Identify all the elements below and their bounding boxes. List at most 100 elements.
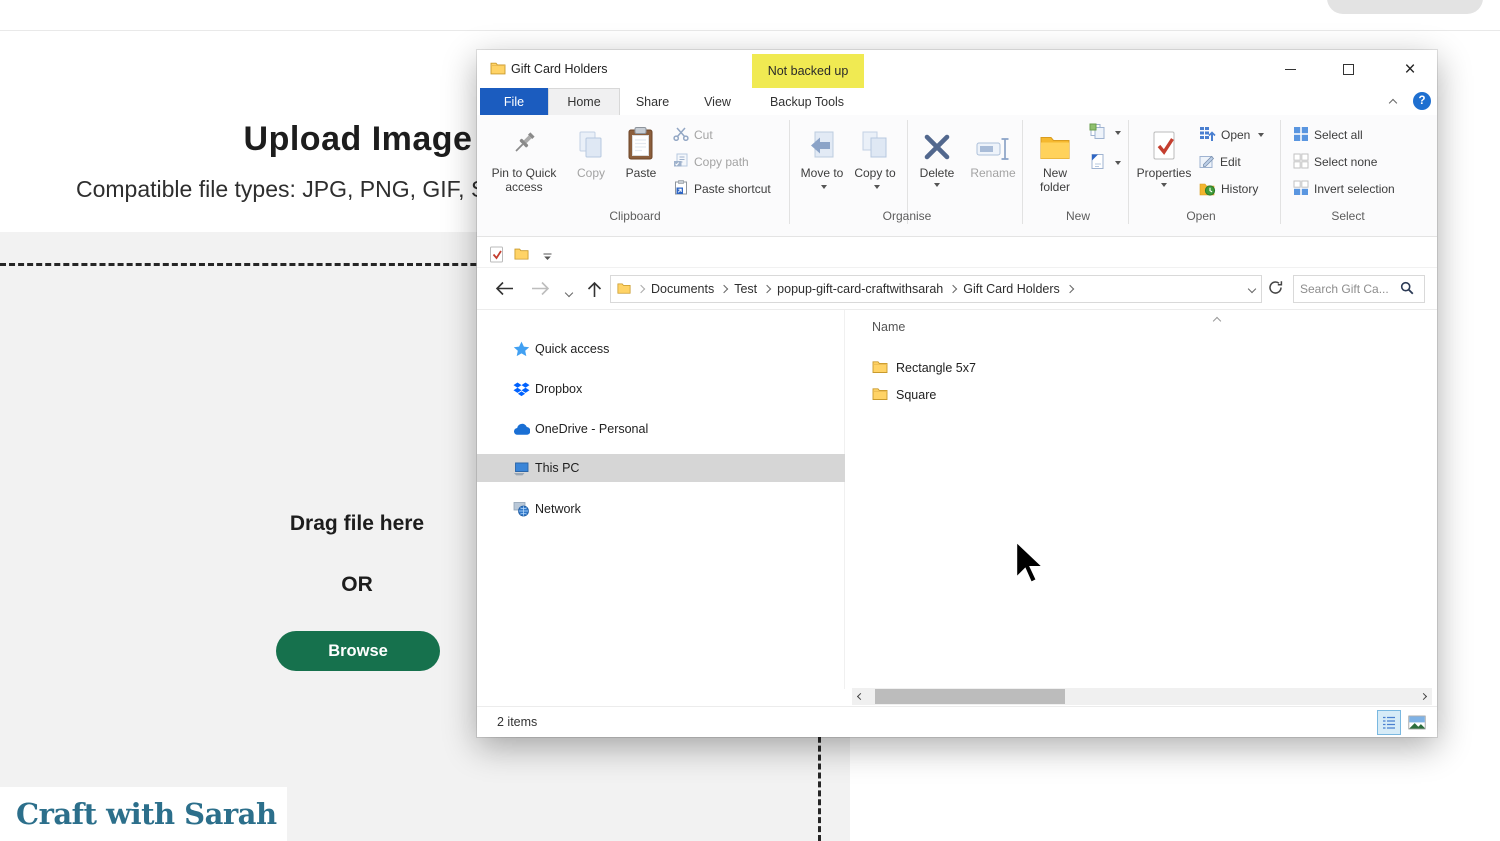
help-button[interactable]: ? [1413, 92, 1431, 110]
select-none-button[interactable]: Select none [1293, 152, 1377, 172]
open-button[interactable]: Open [1199, 125, 1264, 145]
file-row-square[interactable]: Square [872, 381, 936, 408]
dropbox-icon [513, 382, 530, 397]
breadcrumb-chevron-icon[interactable] [720, 285, 728, 293]
browse-button[interactable]: Browse [276, 631, 440, 671]
pin-to-quick-access-button[interactable]: Pin to Quick access [485, 120, 563, 194]
history-button[interactable]: History [1199, 179, 1258, 199]
forward-button[interactable] [531, 281, 550, 299]
address-folder-icon [617, 282, 631, 297]
breadcrumb-documents[interactable]: Documents [651, 282, 714, 296]
qat-folder-icon[interactable] [514, 247, 529, 263]
page-header-pill-button[interactable] [1327, 0, 1483, 14]
close-button[interactable]: × [1384, 50, 1436, 88]
select-all-button[interactable]: Select all [1293, 125, 1363, 145]
scroll-right-arrow-icon[interactable] [1415, 688, 1432, 705]
breadcrumb-chevron-icon[interactable] [949, 285, 957, 293]
search-box[interactable] [1293, 275, 1425, 303]
copy-path-button[interactable]: Copy path [673, 152, 749, 172]
address-dropdown-chevron-icon[interactable] [1248, 285, 1256, 293]
dropdown-caret-icon [821, 185, 827, 189]
properties-button[interactable]: Properties [1136, 120, 1192, 187]
quick-access-toolbar [477, 240, 1437, 268]
invert-selection-button[interactable]: Invert selection [1293, 179, 1395, 199]
breadcrumb-popup-gift-card[interactable]: popup-gift-card-craftwithsarah [777, 282, 943, 296]
window-title: Gift Card Holders [511, 50, 608, 88]
file-explorer-window: Gift Card Holders × Not backed up File H… [477, 50, 1437, 737]
sidebar-item-dropbox[interactable]: Dropbox [477, 375, 845, 403]
explorer-content: Quick access Dropbox OneDrive - Personal… [477, 310, 1437, 737]
scrollbar-thumb[interactable] [875, 689, 1065, 704]
paste-shortcut-button[interactable]: Paste shortcut [673, 179, 771, 199]
group-separator [1022, 120, 1023, 224]
select-all-icon [1293, 126, 1309, 145]
folder-icon [490, 61, 506, 78]
breadcrumb-chevron-icon[interactable] [763, 285, 771, 293]
edit-button[interactable]: Edit [1199, 152, 1241, 172]
scissors-icon [673, 126, 689, 144]
tab-share[interactable]: Share [620, 88, 685, 115]
maximize-button[interactable] [1325, 50, 1371, 88]
tab-file[interactable]: File [480, 88, 548, 115]
refresh-button[interactable] [1268, 280, 1283, 298]
site-logo-box: Craft with Sarah [0, 787, 287, 841]
folder-icon [872, 387, 888, 403]
qat-customize-caret-icon[interactable] [543, 250, 552, 264]
search-input[interactable] [1300, 282, 1400, 296]
large-icons-view-button[interactable] [1405, 710, 1429, 735]
tab-view[interactable]: View [685, 88, 750, 115]
scroll-left-arrow-icon[interactable] [852, 688, 869, 705]
dropdown-caret-icon [934, 183, 940, 187]
dropdown-caret-icon [1258, 133, 1264, 137]
tab-home[interactable]: Home [548, 88, 620, 115]
breadcrumb-gift-card-holders[interactable]: Gift Card Holders [963, 282, 1060, 296]
delete-button[interactable]: Delete [913, 120, 961, 187]
new-item-button[interactable] [1089, 123, 1121, 143]
address-bar[interactable]: Documents Test popup-gift-card-craftwith… [610, 275, 1262, 303]
breadcrumb-test[interactable]: Test [734, 282, 757, 296]
cut-button[interactable]: Cut [673, 125, 713, 145]
minimize-button[interactable] [1267, 50, 1313, 88]
sidebar-item-onedrive[interactable]: OneDrive - Personal [477, 415, 845, 443]
maximize-icon [1343, 64, 1354, 75]
easy-access-button[interactable] [1089, 153, 1121, 173]
file-row-rectangle-5x7[interactable]: Rectangle 5x7 [872, 354, 976, 381]
history-icon [1199, 180, 1216, 199]
up-button[interactable] [587, 281, 602, 301]
quick-access-star-icon [513, 341, 530, 357]
open-group-label: Open [1136, 209, 1266, 223]
sidebar-item-network[interactable]: Network [477, 495, 845, 523]
sidebar-item-quick-access[interactable]: Quick access [477, 335, 845, 363]
edit-icon [1199, 153, 1215, 172]
breadcrumb-chevron-icon[interactable] [1066, 285, 1074, 293]
sort-ascending-chevron-icon[interactable] [1214, 313, 1220, 327]
delete-x-icon [922, 120, 952, 166]
move-to-button[interactable]: Move to [799, 120, 845, 194]
search-icon[interactable] [1400, 281, 1414, 298]
onedrive-cloud-icon [513, 423, 530, 436]
minimize-icon [1285, 69, 1296, 70]
window-titlebar[interactable]: Gift Card Holders × Not backed up [477, 50, 1437, 88]
new-folder-button[interactable]: New folder [1030, 120, 1080, 194]
chevron-up-icon [1389, 99, 1397, 107]
back-button[interactable] [495, 281, 514, 299]
rename-button[interactable]: Rename [965, 120, 1021, 180]
tab-backup-tools[interactable]: Backup Tools [750, 88, 864, 115]
this-pc-monitor-icon [513, 461, 530, 476]
column-header-name[interactable]: Name [872, 320, 905, 334]
paste-button[interactable]: Paste [617, 120, 665, 180]
network-globe-icon [513, 501, 530, 517]
close-icon: × [1404, 60, 1415, 79]
horizontal-scrollbar[interactable] [852, 688, 1432, 705]
recent-locations-chevron-icon[interactable] [566, 285, 572, 299]
collapse-ribbon-button[interactable] [1382, 94, 1404, 112]
not-backed-up-badge[interactable]: Not backed up [752, 54, 864, 88]
details-view-button[interactable] [1377, 710, 1401, 735]
qat-properties-icon[interactable] [489, 246, 504, 266]
ribbon-tab-strip: File Home Share View Backup Tools ? [477, 88, 1437, 115]
copy-to-button[interactable]: Copy to [851, 120, 899, 194]
move-to-icon [806, 120, 838, 166]
copy-button[interactable]: Copy [567, 120, 615, 180]
sidebar-item-this-pc[interactable]: This PC [477, 454, 845, 482]
open-icon [1199, 126, 1216, 145]
